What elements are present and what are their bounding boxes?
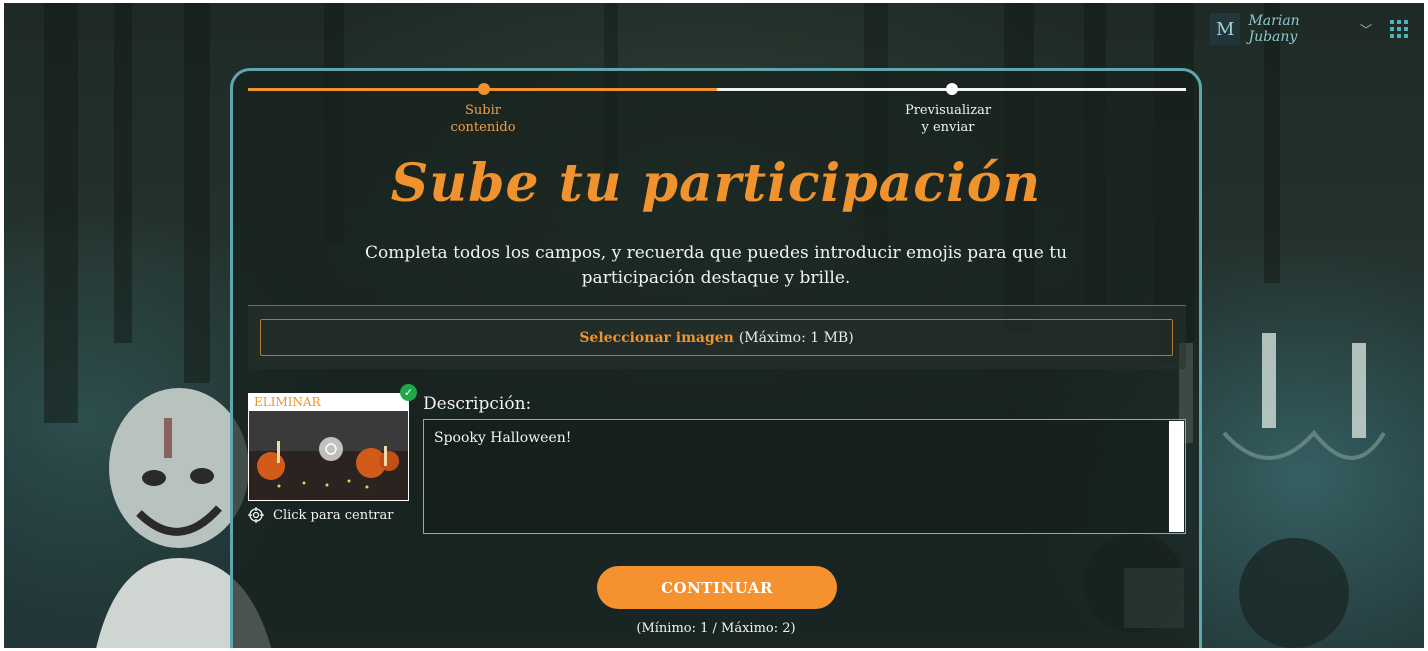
page-title: Sube tu participación — [390, 153, 1042, 214]
page-subtitle: Completa todos los campos, y recuerda qu… — [364, 243, 1068, 288]
step-dot-preview — [946, 83, 958, 95]
image-limits-note: (Mínimo: 1 / Máximo: 2) — [636, 621, 796, 636]
crosshair-icon — [248, 507, 264, 523]
halloween-thumbnail[interactable] — [249, 411, 408, 500]
step-dot-upload — [478, 83, 490, 95]
chevron-down-icon: ﹀ — [1359, 22, 1372, 37]
select-image-label: Seleccionar imagen — [579, 329, 734, 346]
thumbnail-frame: ELIMINAR ✓ — [248, 384, 417, 501]
avatar: M — [1210, 13, 1241, 45]
description-scrollbar[interactable] — [1169, 421, 1184, 532]
upload-limit-label: (Máximo: 1 MB) — [738, 329, 854, 346]
description-field[interactable]: Spooky Halloween! — [423, 419, 1186, 534]
description-label: Descripción: — [423, 394, 532, 414]
remove-image-button[interactable]: ELIMINAR — [249, 394, 408, 411]
user-menu[interactable]: M Marian Jubany ﹀ — [1210, 12, 1372, 46]
step-label-preview: Previsualizar y enviar — [904, 103, 992, 135]
page-background: M Marian Jubany ﹀ Subir contenido Previs… — [4, 3, 1424, 648]
upload-section: Seleccionar imagen (Máximo: 1 MB) — [248, 305, 1186, 369]
grid-apps-icon[interactable] — [1390, 20, 1408, 38]
continue-button[interactable]: CONTINUAR — [597, 566, 837, 609]
center-image-button[interactable]: Click para centrar — [248, 507, 393, 523]
image-preview: ELIMINAR ✓ Click para centrar — [248, 384, 417, 523]
user-name: Marian Jubany — [1248, 13, 1300, 45]
center-image-label: Click para centrar — [273, 507, 394, 523]
select-image-button[interactable]: Seleccionar imagen (Máximo: 1 MB) — [260, 319, 1173, 356]
step-label-upload: Subir contenido — [450, 103, 516, 135]
upload-card: Subir contenido Previsualizar y enviar S… — [230, 68, 1202, 648]
progress-track — [248, 83, 1186, 95]
check-icon: ✓ — [400, 384, 417, 401]
